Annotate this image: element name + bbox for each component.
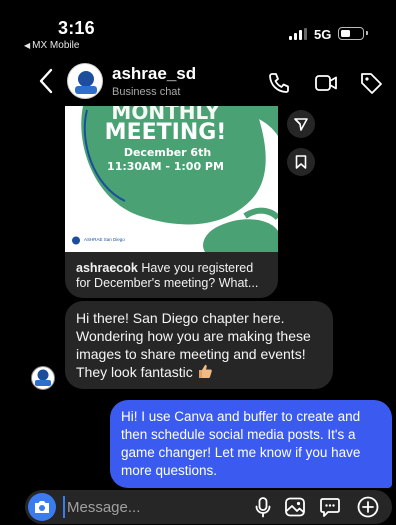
incoming-message-text: Hi there! San Diego chapter here. Wonder…: [76, 310, 311, 380]
plus-icon[interactable]: [356, 495, 380, 519]
share-post-button[interactable]: [287, 110, 315, 138]
video-icon[interactable]: [313, 70, 339, 96]
carrier-label: ◀ MX Mobile: [24, 40, 79, 51]
status-bar: 3:16 ◀ MX Mobile 5G: [0, 0, 396, 56]
network-type: 5G: [314, 27, 332, 42]
chat-header: ashrae_sd Business chat: [0, 58, 396, 106]
post-caption: ashraecok Have you registered for Decemb…: [76, 261, 271, 291]
chat-subtitle: Business chat: [112, 86, 181, 98]
back-chevron-icon[interactable]: [36, 64, 58, 98]
shared-post-card[interactable]: MONTHLY MEETING! December 6th 11:30AM - …: [65, 106, 278, 298]
post-caption-user[interactable]: ashraecok: [76, 261, 138, 275]
carrier-name: MX Mobile: [32, 40, 80, 51]
bookmark-icon: [295, 155, 307, 169]
camera-button[interactable]: [28, 493, 56, 521]
avatar[interactable]: [67, 63, 103, 99]
post-image[interactable]: MONTHLY MEETING! December 6th 11:30AM - …: [65, 106, 278, 252]
post-image-title-2: MEETING!: [104, 120, 227, 145]
incoming-message-bubble[interactable]: Hi there! San Diego chapter here. Wonder…: [65, 301, 333, 389]
battery-icon: [338, 27, 368, 40]
sender-avatar[interactable]: [31, 366, 55, 390]
post-image-logo: ASHRAE San Diego: [69, 236, 125, 246]
send-icon: [294, 118, 308, 131]
signal-icon: [289, 28, 309, 40]
save-post-button[interactable]: [287, 148, 315, 176]
post-image-footer: ASHRAE San Diego: [84, 237, 125, 242]
message-composer: [25, 490, 392, 524]
chat-username[interactable]: ashrae_sd: [112, 64, 196, 84]
outgoing-message-bubble[interactable]: Hi! I use Canva and buffer to create and…: [110, 400, 392, 488]
incoming-message: Hi there! San Diego chapter here. Wonder…: [76, 309, 331, 381]
camera-icon: [35, 501, 49, 513]
tag-icon[interactable]: [358, 70, 384, 96]
sticker-icon[interactable]: [318, 495, 342, 519]
outgoing-message-text: Hi! I use Canva and buffer to create and…: [121, 409, 361, 478]
status-time: 3:16: [58, 18, 95, 38]
back-to-app-icon[interactable]: ◀: [24, 41, 30, 50]
post-image-time: 11:30AM - 1:00 PM: [107, 160, 224, 173]
phone-icon[interactable]: [266, 70, 292, 96]
microphone-icon[interactable]: [251, 495, 275, 519]
gallery-icon[interactable]: [283, 495, 307, 519]
post-image-date: December 6th: [123, 146, 212, 159]
message-input[interactable]: [63, 496, 223, 518]
thumbs-up-icon: [198, 364, 212, 378]
